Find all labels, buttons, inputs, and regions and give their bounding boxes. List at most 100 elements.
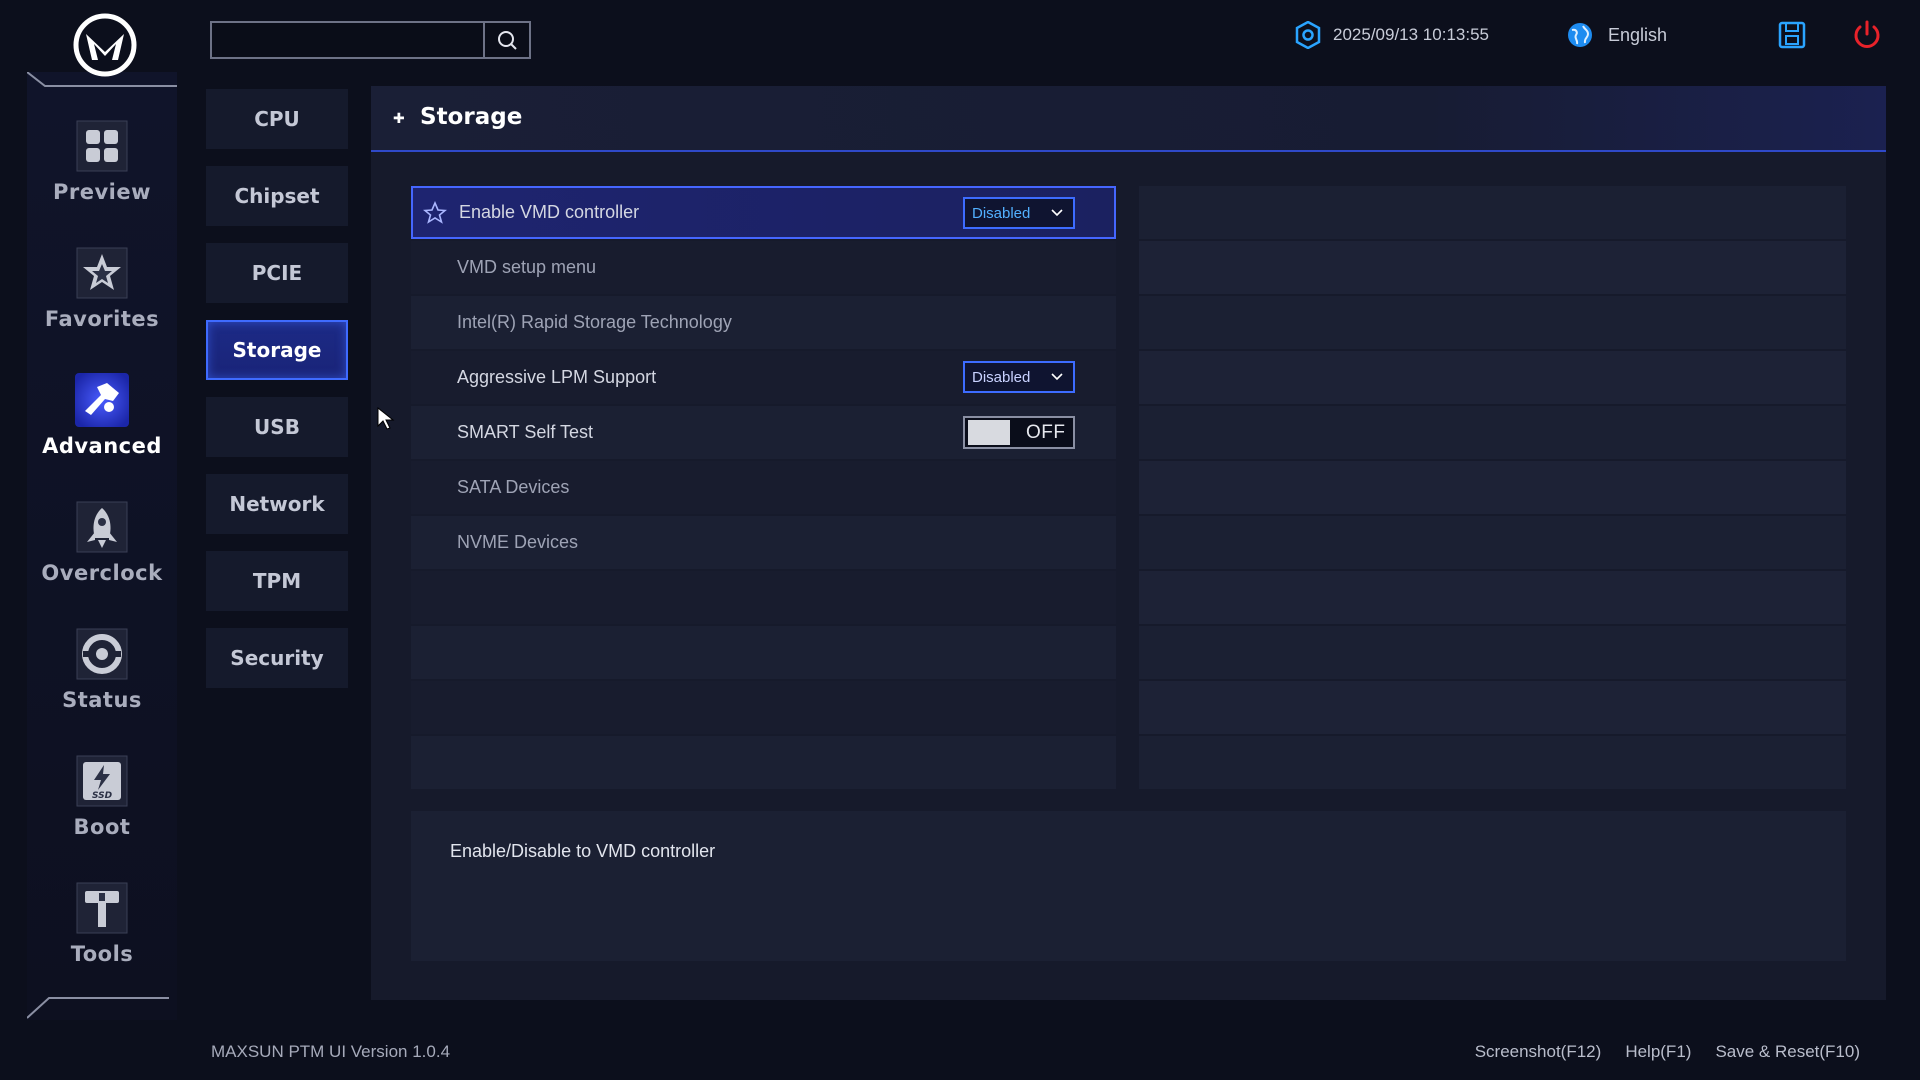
nav-label: Status [62,688,142,712]
hammer-icon [73,880,131,936]
setting-label: VMD setup menu [457,257,597,277]
tab-usb[interactable]: USB [206,397,348,457]
datetime-text: 2025/09/13 10:13:55 [1333,25,1489,44]
tab-label: Security [230,646,324,670]
tab-chipset[interactable]: Chipset [206,166,348,226]
rocket-icon [73,499,131,555]
datetime-display: 2025/09/13 10:13:55 [1295,20,1489,50]
empty-row [411,571,1116,624]
empty-row [411,681,1116,734]
header-bullet-icon: ✚ [393,111,405,127]
dropdown-value: Disabled [972,368,1031,386]
tab-tpm[interactable]: TPM [206,551,348,611]
right-column-row [1139,461,1846,514]
setting-row-intel-rst[interactable]: Intel(R) Rapid Storage Technology [411,296,1116,349]
tab-label: USB [254,415,300,439]
tab-security[interactable]: Security [206,628,348,688]
advanced-icon [73,372,131,428]
toggle-knob [968,420,1010,445]
tab-label: TPM [252,569,302,593]
tab-network[interactable]: Network [206,474,348,534]
tab-label: Storage [232,338,322,362]
nav-label: Advanced [42,434,162,458]
rail-bottom-decoration [27,997,169,1019]
right-column-row [1139,571,1846,624]
nav-boot[interactable]: SSD Boot [27,753,177,853]
save-reset-shortcut[interactable]: Save & Reset(F10) [1715,1042,1860,1062]
nav-label: Favorites [44,307,160,331]
setting-label: SMART Self Test [457,422,594,442]
nav-favorites[interactable]: Favorites [27,245,177,345]
power-icon[interactable] [1851,19,1883,51]
grid-icon [73,118,131,174]
nav-label: Preview [52,180,152,204]
search-box [210,21,531,59]
right-column-row [1139,296,1846,349]
tab-pcie[interactable]: PCIE [206,243,348,303]
save-icon[interactable] [1777,20,1807,50]
aggressive-lpm-dropdown[interactable]: Disabled [963,361,1075,393]
setting-label: Aggressive LPM Support [457,367,657,387]
setting-label: Enable VMD controller [459,202,640,222]
star-icon [73,245,131,301]
dropdown-value: Disabled [972,204,1031,222]
tab-cpu[interactable]: CPU [206,89,348,149]
chevron-down-icon [1051,209,1063,217]
search-input[interactable] [212,23,483,57]
right-column-row [1139,681,1846,734]
maxsun-logo [73,13,137,77]
ssd-icon: SSD [73,753,131,809]
status-icon [73,626,131,682]
nav-label: Tools [70,942,134,966]
right-column-row [1139,736,1846,789]
search-icon [498,31,517,50]
toggle-state: OFF [1026,421,1066,443]
nav-preview[interactable]: Preview [27,118,177,218]
search-button[interactable] [483,23,529,57]
nav-advanced[interactable]: Advanced [27,372,177,472]
tab-label: CPU [254,107,300,131]
tab-label: Network [229,492,325,516]
smart-self-test-toggle[interactable]: OFF [963,416,1075,449]
nav-status[interactable]: Status [27,626,177,726]
globe-icon [1568,23,1592,47]
right-column-row [1139,516,1846,569]
help-description-box: Enable/Disable to VMD controller [411,811,1846,961]
svg-text:SSD: SSD [92,791,113,801]
page-title: Storage [420,104,523,130]
setting-row-smart-self-test[interactable]: SMART Self Test OFF [411,406,1116,459]
setting-row-aggressive-lpm[interactable]: Aggressive LPM Support Disabled [411,351,1116,404]
right-column-row [1139,626,1846,679]
tab-label: PCIE [251,261,303,285]
mouse-cursor-icon [377,406,395,430]
vmd-controller-dropdown[interactable]: Disabled [963,197,1075,229]
nav-overclock[interactable]: Overclock [27,499,177,599]
setting-label: SATA Devices [457,477,570,497]
language-label: English [1608,24,1668,45]
help-text: Enable/Disable to VMD controller [450,841,716,861]
help-shortcut[interactable]: Help(F1) [1625,1042,1691,1062]
setting-row-vmd-setup-menu[interactable]: VMD setup menu [411,241,1116,294]
language-selector[interactable]: English [1566,20,1667,50]
setting-label: Intel(R) Rapid Storage Technology [457,312,732,332]
footer-shortcuts: Screenshot(F12) Help(F1) Save & Reset(F1… [1475,1042,1860,1062]
right-column-row [1139,351,1846,404]
setting-row-sata-devices[interactable]: SATA Devices [411,461,1116,514]
tab-storage[interactable]: Storage [206,320,348,380]
chevron-down-icon [1051,373,1063,381]
right-column-row [1139,186,1846,239]
right-column-row [1139,406,1846,459]
tab-label: Chipset [234,184,320,208]
screenshot-shortcut[interactable]: Screenshot(F12) [1475,1042,1602,1062]
panel-header: ✚ Storage [371,86,1886,152]
version-text: MAXSUN PTM UI Version 1.0.4 [211,1042,451,1061]
right-column-row [1139,241,1846,294]
clock-settings-icon [1295,21,1321,49]
setting-row-nvme-devices[interactable]: NVME Devices [411,516,1116,569]
favorite-star-icon[interactable] [423,201,447,225]
setting-row-enable-vmd[interactable]: Enable VMD controller Disabled [411,186,1116,239]
setting-label: NVME Devices [457,532,579,552]
empty-row [411,626,1116,679]
nav-tools[interactable]: Tools [27,880,177,980]
empty-row [411,736,1116,789]
